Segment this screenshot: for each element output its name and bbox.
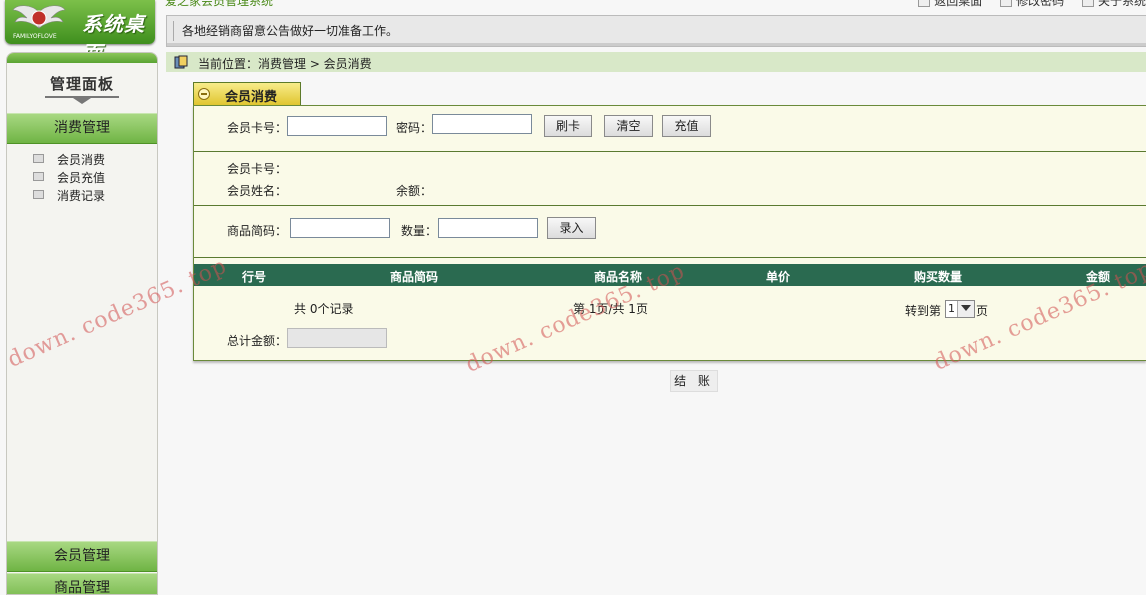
goto-label: 转到第 — [905, 304, 942, 318]
tab-member-consumption[interactable]: 会员消费 — [193, 82, 301, 105]
product-code-label: 商品简码： — [227, 224, 288, 238]
panel-title-arrow-icon — [73, 98, 91, 104]
desktop-icon — [918, 0, 931, 7]
password-label: 密码： — [396, 121, 433, 135]
quantity-label: 数量： — [401, 224, 438, 238]
notice-divider — [173, 21, 174, 41]
top-link-desktop[interactable]: 返回桌面 — [918, 0, 982, 8]
product-code-input[interactable] — [290, 218, 390, 238]
collapse-icon[interactable] — [198, 88, 210, 100]
divider — [194, 257, 1146, 258]
breadcrumb: 当前位置：消费管理 > 会员消费 — [166, 52, 1146, 72]
balance-label: 余额： — [396, 184, 433, 198]
col-unit-price: 单价 — [766, 270, 791, 284]
divider — [194, 151, 1146, 152]
sidebar-item-member-recharge[interactable]: 会员充值 — [33, 169, 105, 187]
sidebar-section-members[interactable]: 会员管理 — [7, 541, 157, 572]
top-link-password[interactable]: 修改密码 — [1000, 0, 1064, 8]
page-select-value: 1 — [948, 302, 955, 315]
breadcrumb-text: 当前位置：消费管理 > 会员消费 — [198, 57, 372, 71]
page-select[interactable]: 1 — [945, 300, 975, 318]
clear-button[interactable]: 清空 — [604, 115, 653, 137]
password-input[interactable] — [432, 114, 532, 134]
key-icon — [1000, 0, 1013, 7]
col-row-no: 行号 — [242, 270, 267, 284]
sidebar-item-member-consumption[interactable]: 会员消费 — [33, 151, 105, 169]
system-name: 爱之家会员管理系统 — [165, 0, 274, 8]
col-product-code: 商品简码 — [390, 270, 439, 284]
divider — [194, 205, 1146, 206]
enter-button[interactable]: 录入 — [547, 217, 596, 239]
bullet-icon — [33, 154, 44, 163]
bullet-icon — [33, 172, 44, 181]
quantity-input[interactable] — [438, 218, 538, 238]
sidebar-section-consumption[interactable]: 消费管理 — [7, 113, 157, 144]
top-link-about[interactable]: 关于系统 — [1081, 0, 1146, 8]
card-number-input[interactable] — [287, 116, 387, 136]
checkout-button[interactable]: 结 账 — [670, 370, 718, 392]
info-icon — [1081, 0, 1094, 7]
location-icon — [174, 55, 188, 69]
member-card-info-label: 会员卡号： — [227, 162, 288, 176]
goto-suffix: 页 — [976, 304, 989, 318]
swipe-card-button[interactable]: 刷卡 — [544, 115, 592, 137]
tab-label: 会员消费 — [225, 90, 278, 105]
record-count: 共 0个记录 — [294, 302, 354, 316]
total-amount-field — [287, 328, 387, 348]
notice-bar: 各地经销商留意公告做好一切准备工作。 — [166, 15, 1146, 47]
recharge-button[interactable]: 充值 — [662, 115, 711, 137]
bullet-icon — [33, 190, 44, 199]
member-name-label: 会员姓名： — [227, 184, 288, 198]
sidebar-cap — [7, 53, 157, 63]
logo-small-text: FAMILYOFLOVE — [13, 33, 57, 40]
sidebar-section-products[interactable]: 商品管理 — [7, 573, 157, 594]
top-links: 返回桌面 修改密码 关于系统 — [904, 0, 1146, 9]
chevron-down-icon[interactable] — [957, 301, 974, 317]
col-quantity: 购买数量 — [914, 270, 963, 284]
panel-title: 管理面板 — [49, 75, 114, 93]
app-logo: FAMILYOFLOVE 系统桌面 — [5, 0, 155, 65]
card-number-label: 会员卡号： — [227, 121, 288, 135]
sidebar-item-consumption-records[interactable]: 消费记录 — [33, 187, 105, 205]
notice-text: 各地经销商留意公告做好一切准备工作。 — [182, 24, 399, 38]
total-amount-label: 总计金额： — [227, 334, 288, 348]
